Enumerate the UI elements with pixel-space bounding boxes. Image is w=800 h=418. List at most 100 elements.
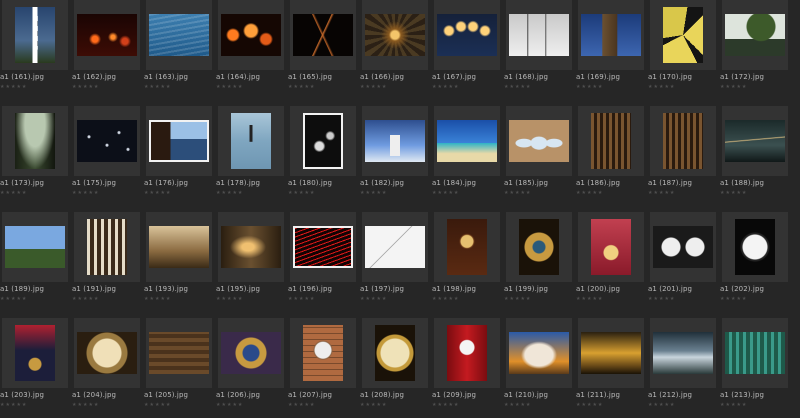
rating-stars[interactable]: ★★★★★ — [648, 296, 675, 302]
thumbnail-image[interactable] — [365, 120, 425, 162]
thumbnail-image[interactable] — [293, 14, 353, 56]
thumbnail-item[interactable]: a1 (198).jpg ★★★★★ — [432, 212, 504, 312]
rating-stars[interactable]: ★★★★★ — [504, 402, 531, 408]
thumbnail-frame[interactable] — [722, 212, 788, 282]
thumbnail-image[interactable] — [231, 113, 271, 169]
thumbnail-image[interactable] — [725, 120, 785, 162]
thumbnail-image[interactable] — [15, 7, 55, 63]
rating-stars[interactable]: ★★★★★ — [576, 402, 603, 408]
thumbnail-image[interactable] — [375, 325, 415, 381]
thumbnail-item[interactable]: a1 (206).jpg ★★★★★ — [216, 318, 288, 418]
rating-stars[interactable]: ★★★★★ — [288, 84, 315, 90]
thumbnail-frame[interactable] — [2, 0, 68, 70]
rating-stars[interactable]: ★★★★★ — [72, 402, 99, 408]
thumbnail-frame[interactable] — [578, 212, 644, 282]
thumbnail-item[interactable]: a1 (191).jpg ★★★★★ — [72, 212, 144, 312]
thumbnail-image[interactable] — [149, 120, 209, 162]
rating-stars[interactable]: ★★★★★ — [72, 296, 99, 302]
thumbnail-frame[interactable] — [218, 318, 284, 388]
rating-stars[interactable]: ★★★★★ — [0, 84, 27, 90]
thumbnail-image[interactable] — [77, 332, 137, 374]
thumbnail-image[interactable] — [5, 226, 65, 268]
thumbnail-image[interactable] — [509, 332, 569, 374]
thumbnail-frame[interactable] — [722, 318, 788, 388]
thumbnail-frame[interactable] — [722, 0, 788, 70]
rating-stars[interactable]: ★★★★★ — [288, 402, 315, 408]
thumbnail-image[interactable] — [221, 14, 281, 56]
rating-stars[interactable]: ★★★★★ — [504, 190, 531, 196]
thumbnail-image[interactable] — [725, 332, 785, 374]
thumbnail-item[interactable]: a1 (184).jpg ★★★★★ — [432, 106, 504, 206]
thumbnail-item[interactable]: a1 (204).jpg ★★★★★ — [72, 318, 144, 418]
thumbnail-item[interactable]: a1 (196).jpg ★★★★★ — [288, 212, 360, 312]
thumbnail-image[interactable] — [663, 113, 703, 169]
thumbnail-item[interactable]: a1 (176).jpg ★★★★★ — [144, 106, 216, 206]
rating-stars[interactable]: ★★★★★ — [432, 402, 459, 408]
thumbnail-image[interactable] — [519, 219, 559, 275]
thumbnail-frame[interactable] — [434, 212, 500, 282]
thumbnail-frame[interactable] — [578, 0, 644, 70]
thumbnail-image[interactable] — [221, 226, 281, 268]
thumbnail-frame[interactable] — [362, 106, 428, 176]
thumbnail-image[interactable] — [437, 120, 497, 162]
thumbnail-image[interactable] — [365, 226, 425, 268]
thumbnail-image[interactable] — [149, 332, 209, 374]
thumbnail-frame[interactable] — [722, 106, 788, 176]
thumbnail-item[interactable]: a1 (168).jpg ★★★★★ — [504, 0, 576, 100]
thumbnail-frame[interactable] — [650, 212, 716, 282]
thumbnail-frame[interactable] — [74, 212, 140, 282]
rating-stars[interactable]: ★★★★★ — [288, 190, 315, 196]
thumbnail-frame[interactable] — [578, 318, 644, 388]
thumbnail-item[interactable]: a1 (208).jpg ★★★★★ — [360, 318, 432, 418]
thumbnail-frame[interactable] — [218, 106, 284, 176]
rating-stars[interactable]: ★★★★★ — [720, 402, 747, 408]
thumbnail-frame[interactable] — [362, 0, 428, 70]
thumbnail-item[interactable]: a1 (195).jpg ★★★★★ — [216, 212, 288, 312]
thumbnail-image[interactable] — [77, 120, 137, 162]
rating-stars[interactable]: ★★★★★ — [432, 84, 459, 90]
thumbnail-frame[interactable] — [146, 106, 212, 176]
thumbnail-image[interactable] — [653, 332, 713, 374]
thumbnail-item[interactable]: a1 (180).jpg ★★★★★ — [288, 106, 360, 206]
thumbnail-image[interactable] — [15, 113, 55, 169]
rating-stars[interactable]: ★★★★★ — [576, 84, 603, 90]
thumbnail-item[interactable]: a1 (162).jpg ★★★★★ — [72, 0, 144, 100]
rating-stars[interactable]: ★★★★★ — [360, 402, 387, 408]
thumbnail-item[interactable]: a1 (189).jpg ★★★★★ — [0, 212, 72, 312]
thumbnail-item[interactable]: a1 (207).jpg ★★★★★ — [288, 318, 360, 418]
thumbnail-item[interactable]: a1 (203).jpg ★★★★★ — [0, 318, 72, 418]
thumbnail-frame[interactable] — [146, 212, 212, 282]
thumbnail-item[interactable]: a1 (201).jpg ★★★★★ — [648, 212, 720, 312]
thumbnail-item[interactable]: a1 (205).jpg ★★★★★ — [144, 318, 216, 418]
thumbnail-image[interactable] — [591, 219, 631, 275]
thumbnail-item[interactable]: a1 (213).jpg ★★★★★ — [720, 318, 792, 418]
thumbnail-frame[interactable] — [650, 0, 716, 70]
rating-stars[interactable]: ★★★★★ — [360, 190, 387, 196]
thumbnail-item[interactable]: a1 (188).jpg ★★★★★ — [720, 106, 792, 206]
thumbnail-item[interactable]: a1 (210).jpg ★★★★★ — [504, 318, 576, 418]
rating-stars[interactable]: ★★★★★ — [216, 296, 243, 302]
thumbnail-frame[interactable] — [290, 0, 356, 70]
thumbnail-item[interactable]: a1 (166).jpg ★★★★★ — [360, 0, 432, 100]
rating-stars[interactable]: ★★★★★ — [360, 84, 387, 90]
rating-stars[interactable]: ★★★★★ — [504, 84, 531, 90]
thumbnail-item[interactable]: a1 (167).jpg ★★★★★ — [432, 0, 504, 100]
rating-stars[interactable]: ★★★★★ — [432, 296, 459, 302]
thumbnail-image[interactable] — [581, 14, 641, 56]
rating-stars[interactable]: ★★★★★ — [72, 190, 99, 196]
thumbnail-image[interactable] — [725, 14, 785, 56]
thumbnail-image[interactable] — [437, 14, 497, 56]
thumbnail-item[interactable]: a1 (197).jpg ★★★★★ — [360, 212, 432, 312]
rating-stars[interactable]: ★★★★★ — [0, 296, 27, 302]
thumbnail-item[interactable]: a1 (172).jpg ★★★★★ — [720, 0, 792, 100]
thumbnail-image[interactable] — [87, 219, 127, 275]
rating-stars[interactable]: ★★★★★ — [0, 402, 27, 408]
thumbnail-frame[interactable] — [362, 318, 428, 388]
thumbnail-frame[interactable] — [578, 106, 644, 176]
rating-stars[interactable]: ★★★★★ — [288, 296, 315, 302]
thumbnail-frame[interactable] — [506, 318, 572, 388]
thumbnail-image[interactable] — [149, 226, 209, 268]
thumbnail-frame[interactable] — [506, 0, 572, 70]
rating-stars[interactable]: ★★★★★ — [144, 84, 171, 90]
rating-stars[interactable]: ★★★★★ — [504, 296, 531, 302]
